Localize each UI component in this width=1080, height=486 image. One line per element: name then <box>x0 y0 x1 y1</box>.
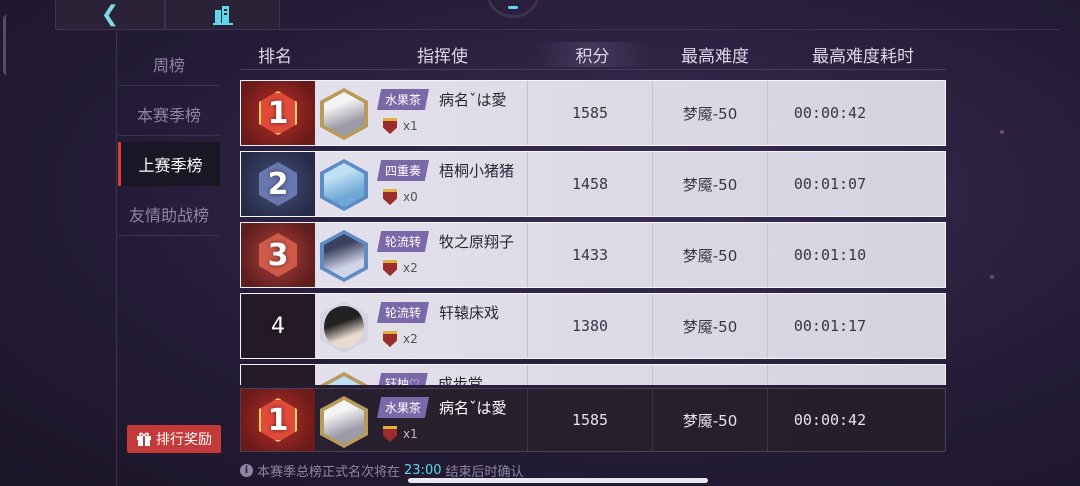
player-name: 牧之原翔子 <box>439 233 515 251</box>
rank-number: 2 <box>267 166 289 202</box>
medal-count: x1 <box>403 427 418 441</box>
team-tag: 钰柚♡ <box>377 373 428 385</box>
avatar[interactable] <box>317 156 371 214</box>
rank-box: 4 <box>241 294 315 358</box>
player-name: 梧桐小猪猪 <box>439 162 515 180</box>
avatar[interactable] <box>317 85 371 143</box>
table-row[interactable]: 3 轮流转 牧之原翔子 x2 1433 梦魇-50 00:01:10 <box>240 222 946 288</box>
player-name: 病名ˇは愛 <box>439 91 507 109</box>
avatar[interactable] <box>317 298 371 356</box>
header-time: 最高难度耗时 <box>812 47 914 67</box>
table-row[interactable]: 4 轮流转 轩辕床戏 x2 1380 梦魇-50 00:01:17 <box>240 293 946 359</box>
rank-badge-gold: 1 <box>241 81 315 145</box>
score-value: 1380 <box>527 294 652 358</box>
rank-number: 3 <box>267 237 289 273</box>
difficulty-value: 梦魇-50 <box>652 81 767 145</box>
medal-icon <box>383 260 397 276</box>
top-center-ring <box>487 0 539 18</box>
notice-time: 23:00 <box>404 463 442 478</box>
ranking-reward-button[interactable]: 排行奖励 <box>127 425 221 453</box>
back-button[interactable]: ❮ <box>55 0 165 30</box>
tab-last-season[interactable]: 上赛季榜 <box>118 142 220 186</box>
medal-count: x1 <box>403 119 418 133</box>
difficulty-value: 梦魇-50 <box>652 389 767 451</box>
table-row[interactable]: 钰柚♡ 成步堂 <box>240 364 946 385</box>
gift-icon <box>137 432 151 446</box>
time-value: 00:00:42 <box>767 81 892 145</box>
medal-count: x2 <box>403 261 418 275</box>
home-button[interactable] <box>165 0 280 30</box>
background-sparkle <box>1000 130 1004 134</box>
score-value <box>527 365 652 385</box>
header-commander: 指挥使 <box>417 47 468 67</box>
difficulty-value: 梦魇-50 <box>652 152 767 216</box>
info-icon: i <box>240 464 253 477</box>
avatar[interactable] <box>317 393 371 451</box>
player-name: 病名ˇは愛 <box>439 399 507 417</box>
rank-number: 1 <box>267 402 289 438</box>
time-value: 00:01:07 <box>767 152 892 216</box>
rank-box <box>241 365 315 385</box>
medal-count: x0 <box>403 190 418 204</box>
team-tag: 水果茶 <box>377 89 430 110</box>
rank-number: 4 <box>271 313 285 339</box>
tab-this-season[interactable]: 本赛季榜 <box>118 92 220 136</box>
time-value <box>767 365 892 385</box>
avatar[interactable] <box>317 227 371 285</box>
rank-badge-gold: 1 <box>241 389 315 451</box>
table-row[interactable]: 1 水果茶 病名ˇは愛 x1 1585 梦魇-50 00:00:42 <box>240 80 946 146</box>
sidebar-divider <box>116 30 117 486</box>
medal-icon <box>383 189 397 205</box>
player-name: 轩辕床戏 <box>439 304 500 322</box>
rank-badge-silver: 2 <box>241 152 315 216</box>
back-arrow-icon: ❮ <box>100 2 120 27</box>
avatar[interactable] <box>317 369 371 385</box>
team-tag: 轮流转 <box>377 231 430 252</box>
medal-icon <box>383 426 397 442</box>
notice-text-before: 本赛季总榜正式名次将在 <box>257 465 401 480</box>
table-row[interactable]: 2 四重奏 梧桐小猪猪 x0 1458 梦魇-50 00:01:07 <box>240 151 946 217</box>
building-icon <box>212 5 233 25</box>
team-tag: 轮流转 <box>377 302 430 323</box>
medal-count: x2 <box>403 332 418 346</box>
player-name: 成步堂 <box>437 375 483 385</box>
time-value: 00:01:17 <box>767 294 892 358</box>
difficulty-value: 梦魇-50 <box>652 294 767 358</box>
team-tag: 水果茶 <box>377 397 430 418</box>
tab-weekly[interactable]: 周榜 <box>118 42 220 86</box>
my-rank-row[interactable]: 1 水果茶 病名ˇは愛 x1 1585 梦魇-50 00:00:42 <box>240 388 946 452</box>
medal-icon <box>383 331 397 347</box>
score-value: 1585 <box>527 81 652 145</box>
header-difficulty: 最高难度 <box>681 47 749 67</box>
top-divider <box>280 29 1060 30</box>
difficulty-value <box>652 365 767 385</box>
top-bar: ❮ <box>55 0 1060 30</box>
ranking-reward-label: 排行奖励 <box>156 432 212 448</box>
table-header: 排名 指挥使 积分 最高难度 最高难度耗时 <box>240 40 946 70</box>
medal-icon <box>383 118 397 134</box>
score-value: 1585 <box>527 389 652 451</box>
difficulty-value: 梦魇-50 <box>652 223 767 287</box>
time-value: 00:00:42 <box>767 389 892 451</box>
leaderboard-tabs: 周榜 本赛季榜 上赛季榜 友情助战榜 <box>118 42 220 242</box>
score-value: 1458 <box>527 152 652 216</box>
leaderboard-list[interactable]: 1 水果茶 病名ˇは愛 x1 1585 梦魇-50 00:00:42 2 四重奏… <box>240 80 946 385</box>
team-tag: 四重奏 <box>377 160 430 181</box>
home-indicator[interactable] <box>408 478 708 483</box>
header-rank: 排名 <box>258 47 292 67</box>
score-value: 1433 <box>527 223 652 287</box>
rank-number: 1 <box>267 95 289 131</box>
background-sparkle <box>990 275 994 279</box>
time-value: 00:01:10 <box>767 223 892 287</box>
tab-friend-support[interactable]: 友情助战榜 <box>118 192 220 236</box>
left-edge-decoration <box>3 15 8 75</box>
header-score: 积分 <box>535 42 650 67</box>
rank-badge-bronze: 3 <box>241 223 315 287</box>
